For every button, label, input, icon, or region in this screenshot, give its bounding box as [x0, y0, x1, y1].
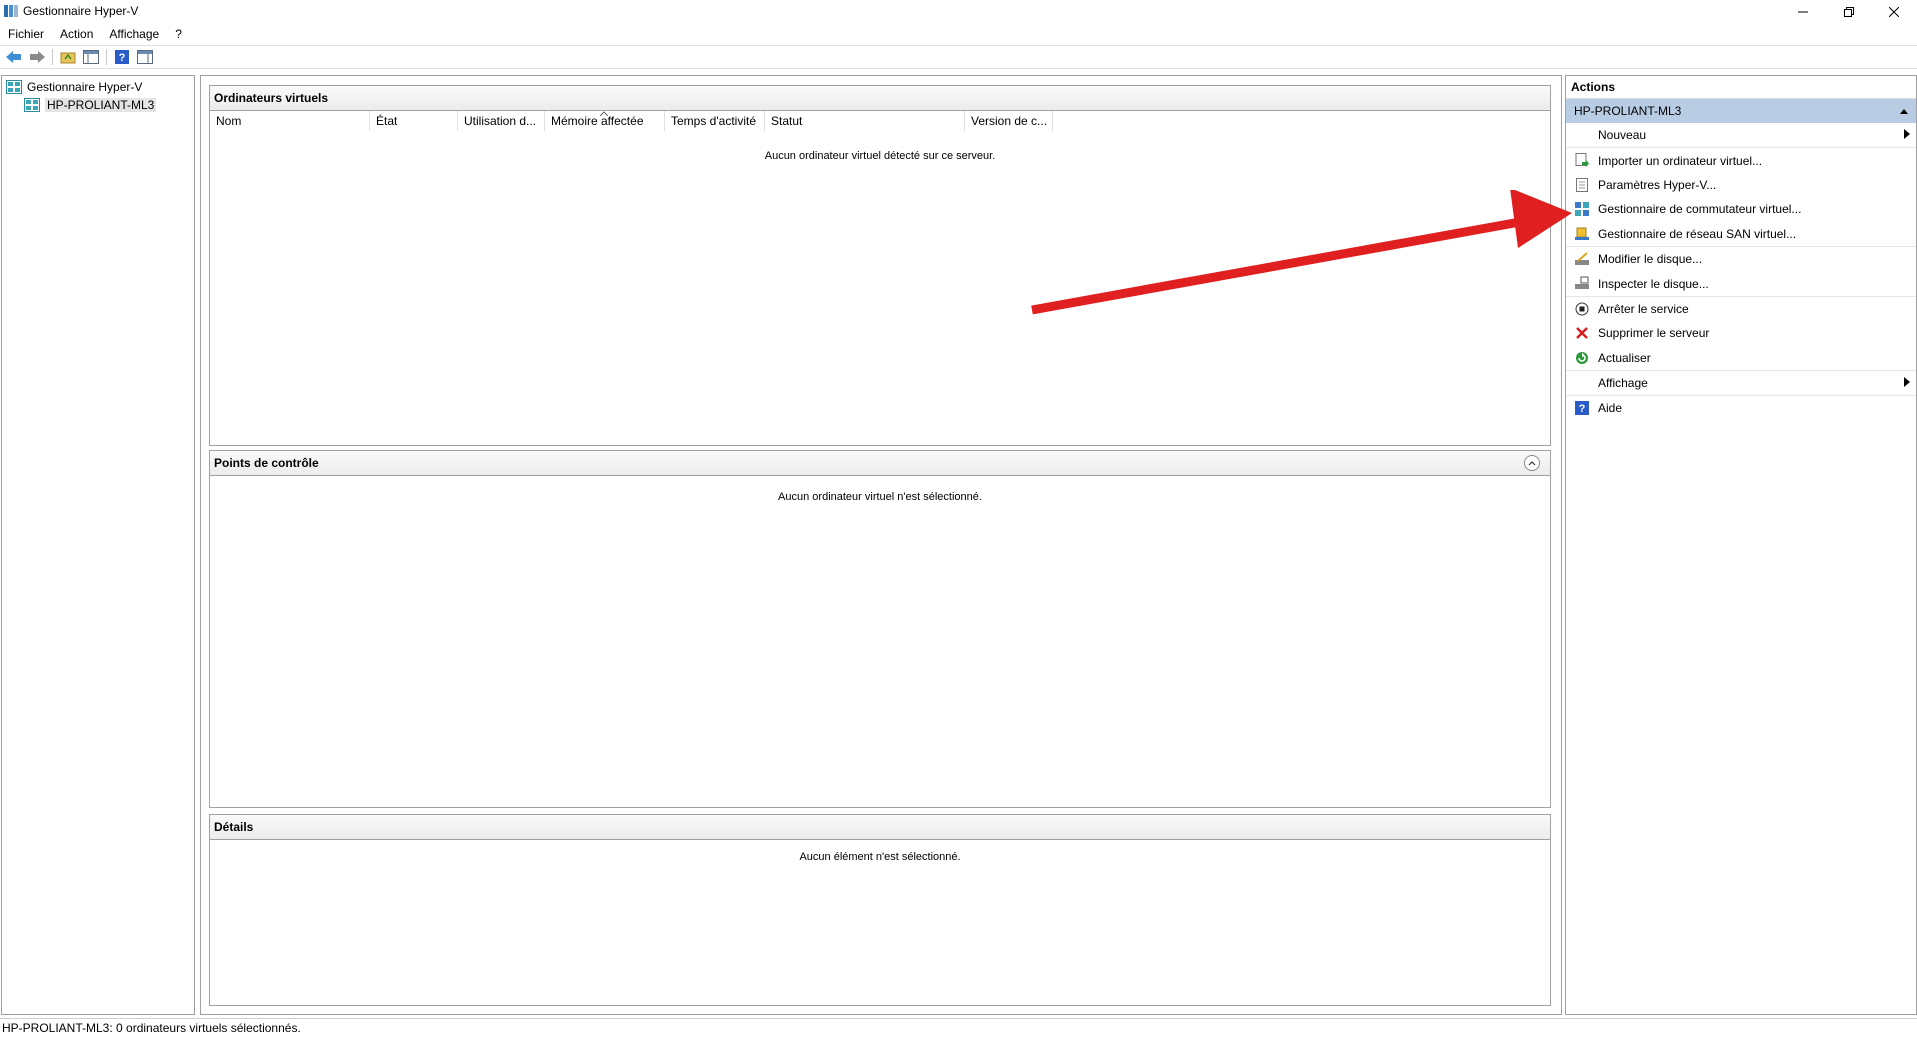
- collapse-group-icon: [1900, 99, 1908, 124]
- column-header-memory-label: Mémoire affectée: [551, 114, 644, 128]
- action-edit-disk[interactable]: Modifier le disque...: [1566, 247, 1916, 271]
- status-bar: HP-PROLIANT-ML3: 0 ordinateurs virtuels …: [0, 1018, 1917, 1037]
- toolbar: ?: [0, 45, 1917, 69]
- submenu-arrow-icon: [1904, 128, 1910, 142]
- details-header: Détails: [210, 815, 1550, 840]
- tree-node-server[interactable]: HP-PROLIANT-ML3: [24, 96, 157, 114]
- help-icon: ?: [115, 50, 129, 64]
- up-one-level-button[interactable]: [58, 48, 78, 66]
- action-virtual-san-manager[interactable]: Gestionnaire de réseau SAN virtuel...: [1566, 222, 1916, 247]
- help-icon: ?: [1574, 401, 1590, 416]
- column-header-assigned-memory[interactable]: Mémoire affectée: [545, 111, 665, 131]
- tree-server-label: HP-PROLIANT-ML3: [45, 98, 157, 112]
- tree-node-hyper-v-manager[interactable]: Gestionnaire Hyper-V: [6, 78, 142, 96]
- annotation-arrow: [1031, 190, 1572, 315]
- collapse-pane-button[interactable]: [1524, 455, 1540, 471]
- action-affichage[interactable]: Affichage: [1566, 371, 1916, 397]
- actions-group-label: HP-PROLIANT-ML3: [1574, 104, 1682, 118]
- annotation-arrow-shaft: [1031, 217, 1521, 315]
- action-inspect-disk[interactable]: Inspecter le disque...: [1566, 271, 1916, 297]
- column-header-state[interactable]: État: [370, 111, 458, 131]
- virtual-machines-header: Ordinateurs virtuels: [210, 86, 1550, 111]
- tree-root-label: Gestionnaire Hyper-V: [27, 80, 143, 94]
- vm-empty-message: Aucun ordinateur virtuel détecté sur ce …: [764, 150, 996, 162]
- restore-button[interactable]: [1826, 0, 1872, 24]
- column-header-uptime[interactable]: Temps d'activité: [665, 111, 765, 131]
- action-label: Arrêter le service: [1598, 301, 1689, 316]
- column-header-name[interactable]: Nom: [210, 111, 370, 131]
- folder-up-icon: [60, 52, 76, 64]
- column-header-config-version[interactable]: Version de c...: [965, 111, 1053, 131]
- column-header-cpu-usage[interactable]: Utilisation d...: [458, 111, 545, 131]
- hyper-v-app-icon: [4, 5, 18, 17]
- action-refresh[interactable]: Actualiser: [1566, 346, 1916, 371]
- action-label: Gestionnaire de commutateur virtuel...: [1598, 202, 1802, 217]
- action-label: Gestionnaire de réseau SAN virtuel...: [1598, 226, 1797, 241]
- checkpoints-header: Points de contrôle: [210, 451, 1550, 476]
- menu-bar: Fichier Action Affichage ?: [0, 24, 1917, 44]
- action-hyper-v-settings[interactable]: Paramètres Hyper-V...: [1566, 173, 1916, 197]
- close-icon: [1889, 7, 1899, 17]
- minimize-icon: [1798, 11, 1808, 13]
- vm-column-headers: Nom État Utilisation d... Mémoire affect…: [210, 111, 1053, 131]
- actions-panel: Actions HP-PROLIANT-ML3 Nouveau Importer…: [1565, 75, 1917, 1015]
- checkpoints-empty-message: Aucun ordinateur virtuel n'est sélection…: [778, 491, 982, 503]
- sort-ascending-icon: [600, 111, 608, 116]
- close-button[interactable]: [1871, 0, 1917, 24]
- actions-group-server[interactable]: HP-PROLIANT-ML3: [1566, 99, 1916, 123]
- back-button[interactable]: [4, 48, 24, 66]
- action-label: Actualiser: [1598, 350, 1651, 365]
- menu-fichier[interactable]: Fichier: [0, 24, 52, 44]
- menu-help[interactable]: ?: [167, 24, 190, 44]
- action-label: Importer un ordinateur virtuel...: [1598, 153, 1763, 168]
- menu-affichage[interactable]: Affichage: [101, 24, 167, 44]
- minimize-button[interactable]: [1780, 0, 1826, 24]
- show-hide-action-pane-icon: [137, 50, 153, 64]
- title-bar: Gestionnaire Hyper-V: [0, 0, 1917, 24]
- menu-action[interactable]: Action: [52, 24, 101, 44]
- forward-button[interactable]: [27, 48, 47, 66]
- action-help[interactable]: ? Aide: [1566, 396, 1916, 420]
- action-remove-server[interactable]: Supprimer le serveur: [1566, 321, 1916, 345]
- svg-text:?: ?: [1579, 403, 1586, 415]
- back-arrow-icon: [6, 51, 21, 63]
- refresh-icon: [1574, 351, 1590, 365]
- svg-text:?: ?: [119, 52, 126, 64]
- toolbar-separator: [52, 49, 53, 65]
- toolbar-separator: [106, 49, 107, 65]
- action-label: Paramètres Hyper-V...: [1598, 177, 1717, 192]
- checkpoints-title: Points de contrôle: [214, 456, 319, 470]
- window-title: Gestionnaire Hyper-V: [23, 4, 139, 18]
- show-hide-tree-icon: [83, 50, 99, 64]
- checkpoints-pane: Points de contrôle Aucun ordinateur virt…: [209, 450, 1551, 808]
- action-label: Modifier le disque...: [1598, 252, 1703, 267]
- action-label: Aide: [1598, 401, 1623, 416]
- hyper-v-manager-icon: [6, 80, 22, 94]
- submenu-arrow-icon: [1904, 376, 1910, 390]
- actions-title: Actions: [1566, 76, 1916, 99]
- action-label: Supprimer le serveur: [1598, 326, 1710, 341]
- show-hide-action-pane-button[interactable]: [135, 48, 155, 66]
- action-label: Affichage: [1598, 376, 1648, 391]
- action-virtual-switch-manager[interactable]: Gestionnaire de commutateur virtuel...: [1566, 197, 1916, 221]
- action-import-vm[interactable]: Importer un ordinateur virtuel...: [1566, 148, 1916, 172]
- details-pane: Détails Aucun élément n'est sélectionné.: [209, 814, 1551, 1006]
- action-label: Nouveau: [1598, 128, 1647, 143]
- help-button[interactable]: ?: [112, 48, 132, 66]
- restore-icon: [1844, 7, 1854, 17]
- server-icon: [24, 98, 40, 112]
- forward-arrow-icon: [30, 51, 45, 63]
- action-stop-service[interactable]: Arrêter le service: [1566, 297, 1916, 321]
- details-empty-message: Aucun élément n'est sélectionné.: [799, 851, 961, 863]
- chevron-up-icon: [1528, 461, 1536, 466]
- column-header-status[interactable]: Statut: [765, 111, 965, 131]
- annotation-arrow-head: [1510, 190, 1572, 248]
- show-hide-tree-button[interactable]: [81, 48, 101, 66]
- navigation-tree: Gestionnaire Hyper-V HP-PROLIANT-ML3: [1, 75, 195, 1015]
- action-label: Inspecter le disque...: [1598, 276, 1709, 291]
- import-icon: [1574, 153, 1590, 168]
- action-nouveau[interactable]: Nouveau: [1566, 123, 1916, 149]
